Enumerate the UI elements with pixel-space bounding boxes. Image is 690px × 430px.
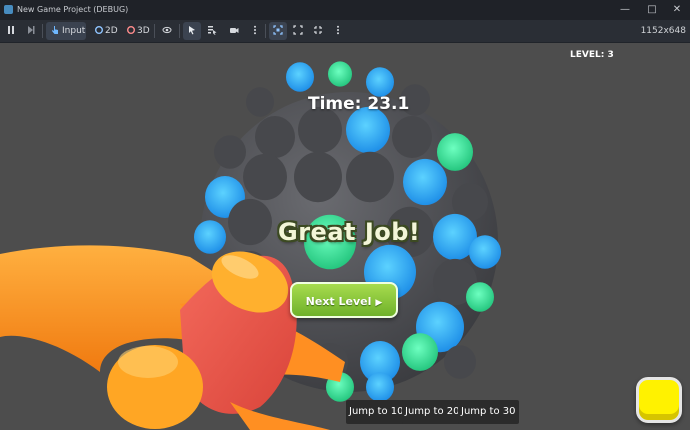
more-options-button[interactable] <box>246 22 262 40</box>
ball-hole <box>214 135 246 169</box>
cursor-arrow-icon <box>189 26 195 35</box>
ball-hole <box>466 282 494 312</box>
mode-2d-label: 2D <box>105 26 118 36</box>
ball-hole <box>286 62 314 92</box>
kebab-menu-icon-2 <box>337 25 339 35</box>
select-button[interactable] <box>183 22 201 40</box>
camera-icon <box>230 28 239 33</box>
focus-view-button[interactable] <box>269 22 287 40</box>
game-viewport[interactable]: LEVEL: 3 Time: 23.1 Great Job! Next Leve… <box>0 42 690 430</box>
eye-icon <box>162 26 172 34</box>
next-level-label: Next Level <box>305 295 372 308</box>
maximize-icon[interactable]: □ <box>639 0 665 20</box>
ball-hole <box>402 333 438 371</box>
minimize-icon[interactable]: — <box>612 0 638 20</box>
close-icon[interactable]: ✕ <box>664 0 690 20</box>
shrink-icon <box>314 26 322 34</box>
ball-hole <box>243 153 287 201</box>
resolution-label: 1152x648 <box>640 26 686 36</box>
ball-hole <box>444 345 476 379</box>
expand-view-button[interactable] <box>289 22 307 40</box>
ball-hole <box>366 372 394 402</box>
visibility-button[interactable] <box>158 22 176 40</box>
timer-label: Time: 23.1 <box>308 94 410 114</box>
circle-2d-icon <box>95 26 103 34</box>
jump-to-30-button[interactable]: Jump to 30 <box>458 400 519 424</box>
next-level-button[interactable]: Next Level ▶ <box>290 282 398 318</box>
play-arrow-icon: ▶ <box>375 298 383 308</box>
view-options-button[interactable] <box>329 22 345 40</box>
ball-hole <box>469 235 501 269</box>
godot-app-icon <box>4 5 13 14</box>
next-frame-button[interactable] <box>22 22 38 40</box>
great-job-banner: Great Job! <box>278 218 421 246</box>
level-label: LEVEL: 3 <box>570 50 614 60</box>
input-mode-button[interactable]: Input <box>46 22 86 40</box>
mode-3d-button[interactable]: 3D <box>122 22 152 40</box>
shrink-view-button[interactable] <box>309 22 327 40</box>
input-mode-label: Input <box>62 26 86 36</box>
ball-hole <box>346 151 394 203</box>
ball-hole <box>246 87 274 117</box>
ball-hole <box>328 61 352 87</box>
ball-hole <box>392 116 432 158</box>
pause-button[interactable] <box>2 22 18 40</box>
ball-hole <box>294 151 342 203</box>
camera-override-button[interactable] <box>225 22 243 40</box>
window-titlebar: New Game Project (DEBUG) — □ ✕ <box>0 0 690 20</box>
frame-focus-icon <box>273 25 283 35</box>
ball-hole <box>403 158 447 206</box>
yellow-action-button[interactable] <box>636 377 682 423</box>
jump-to-20-button[interactable]: Jump to 20 <box>402 400 463 424</box>
mode-2d-button[interactable]: 2D <box>90 22 120 40</box>
window-title: New Game Project (DEBUG) <box>17 5 129 14</box>
pause-icon <box>8 26 14 34</box>
ball-hole <box>194 220 226 254</box>
mode-3d-label: 3D <box>137 26 150 36</box>
debug-toolbar: Input 2D 3D 1152x648 <box>0 20 690 43</box>
jump-to-10-button[interactable]: Jump to 10 <box>346 400 407 424</box>
kebab-menu-icon <box>254 25 256 35</box>
pointer-hand-icon <box>52 26 58 34</box>
ball-hole <box>366 67 394 97</box>
expand-icon <box>293 25 303 35</box>
circle-3d-icon <box>127 26 135 34</box>
ball-hole <box>437 133 473 171</box>
list-select-button[interactable] <box>203 22 221 40</box>
ball-hole <box>255 116 295 158</box>
list-select-icon <box>208 26 217 35</box>
ball-hole <box>228 198 272 246</box>
next-frame-icon <box>28 26 35 34</box>
